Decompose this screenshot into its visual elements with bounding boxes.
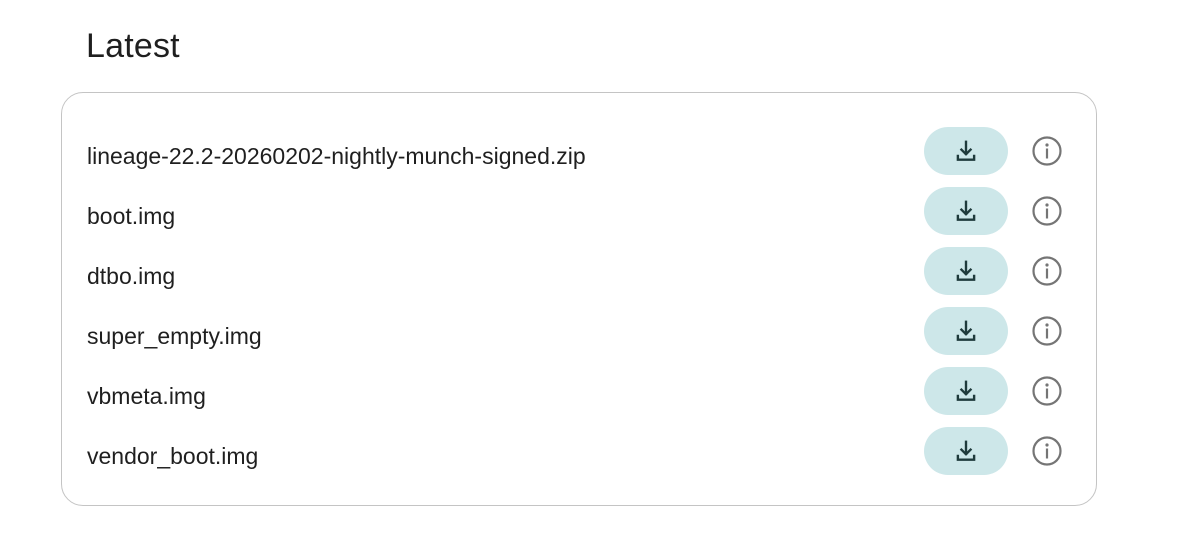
file-row: lineage-22.2-20260202-nightly-munch-sign… xyxy=(62,126,1096,186)
file-row: super_empty.img xyxy=(62,306,1096,366)
info-icon xyxy=(1031,375,1063,407)
info-button[interactable] xyxy=(1028,312,1066,350)
download-button[interactable] xyxy=(924,307,1008,355)
download-button[interactable] xyxy=(924,187,1008,235)
info-icon xyxy=(1031,135,1063,167)
info-icon xyxy=(1031,315,1063,347)
file-name: vbmeta.img xyxy=(87,383,206,409)
info-button[interactable] xyxy=(1028,432,1066,470)
page: Latest lineage-22.2-20260202-nightly-mun… xyxy=(0,0,1188,541)
download-icon xyxy=(953,438,979,464)
info-button[interactable] xyxy=(1028,252,1066,290)
info-icon xyxy=(1031,435,1063,467)
file-name: lineage-22.2-20260202-nightly-munch-sign… xyxy=(87,143,586,169)
download-icon xyxy=(953,198,979,224)
file-row: boot.img xyxy=(62,186,1096,246)
info-button[interactable] xyxy=(1028,372,1066,410)
file-row: vendor_boot.img xyxy=(62,426,1096,486)
download-button[interactable] xyxy=(924,367,1008,415)
info-icon xyxy=(1031,195,1063,227)
file-name: boot.img xyxy=(87,203,176,229)
download-button[interactable] xyxy=(924,247,1008,295)
download-button[interactable] xyxy=(924,427,1008,475)
file-name: dtbo.img xyxy=(87,263,176,289)
file-name: super_empty.img xyxy=(87,323,262,349)
download-icon xyxy=(953,258,979,284)
section-title: Latest xyxy=(86,27,180,65)
file-list: lineage-22.2-20260202-nightly-munch-sign… xyxy=(62,126,1096,486)
file-name: vendor_boot.img xyxy=(87,443,259,469)
info-icon xyxy=(1031,255,1063,287)
download-icon xyxy=(953,138,979,164)
download-button[interactable] xyxy=(924,127,1008,175)
info-button[interactable] xyxy=(1028,192,1066,230)
file-list-card: lineage-22.2-20260202-nightly-munch-sign… xyxy=(61,92,1097,506)
info-button[interactable] xyxy=(1028,132,1066,170)
download-icon xyxy=(953,318,979,344)
file-row: vbmeta.img xyxy=(62,366,1096,426)
file-row: dtbo.img xyxy=(62,246,1096,306)
download-icon xyxy=(953,378,979,404)
